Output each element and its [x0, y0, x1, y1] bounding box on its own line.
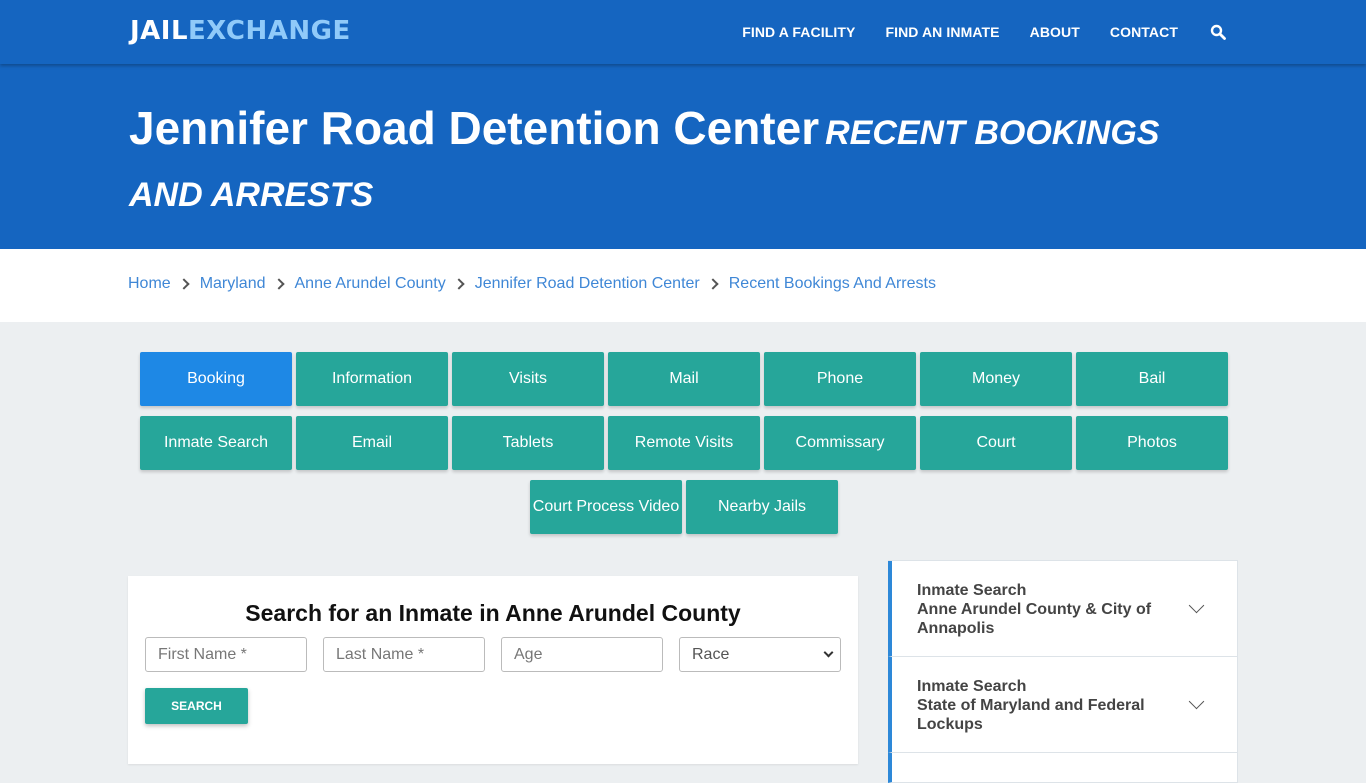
accordion-title-line2: Anne Arundel County & City of Annapolis [917, 601, 1152, 637]
tile-remote-visits[interactable]: Remote Visits [608, 416, 760, 470]
tile-phone[interactable]: Phone [764, 352, 916, 406]
facility-nav-buttons: Booking Information Visits Mail Phone Mo… [139, 352, 1229, 534]
page-header: Jennifer Road Detention Center Recent Boo… [0, 64, 1366, 249]
logo-text-exchange: EXCHANGE [188, 16, 351, 46]
search-button[interactable]: SEARCH [145, 688, 248, 724]
tile-court-process-video[interactable]: Court Process Video [530, 480, 682, 534]
chevron-down-icon[interactable] [1188, 693, 1205, 710]
breadcrumb: Home Maryland Anne Arundel County Jennif… [128, 275, 936, 293]
nav-find-inmate[interactable]: FIND AN INMATE [885, 24, 999, 40]
tile-photos[interactable]: Photos [1076, 416, 1228, 470]
accordion-title: Inmate Search State of Maryland and Fede… [917, 677, 1167, 734]
breadcrumb-facility[interactable]: Jennifer Road Detention Center [475, 275, 700, 293]
tile-email[interactable]: Email [296, 416, 448, 470]
chevron-right-icon [178, 278, 190, 290]
age-input[interactable]: Age [501, 637, 663, 672]
accordion-title-line1: Inmate Search [917, 582, 1027, 599]
tile-booking[interactable]: Booking [140, 352, 292, 406]
nav-find-facility[interactable]: FIND A FACILITY [742, 24, 855, 40]
breadcrumb-bar: Home Maryland Anne Arundel County Jennif… [0, 249, 1366, 322]
chevron-right-icon [707, 278, 719, 290]
tile-tablets[interactable]: Tablets [452, 416, 604, 470]
last-name-input[interactable]: Last Name * [323, 637, 485, 672]
chevron-down-icon[interactable] [1188, 597, 1205, 614]
breadcrumb-current[interactable]: Recent Bookings And Arrests [729, 275, 936, 293]
tile-bail[interactable]: Bail [1076, 352, 1228, 406]
page-title: Jennifer Road Detention Center Recent Boo… [129, 100, 1239, 224]
breadcrumb-county[interactable]: Anne Arundel County [295, 275, 446, 293]
accordion-county-search[interactable]: Inmate Search Anne Arundel County & City… [888, 561, 1238, 657]
accordion-title: Inmate Search Anne Arundel County & City… [917, 581, 1167, 638]
chevron-right-icon [272, 278, 285, 290]
nav-links: FIND A FACILITY FIND AN INMATE ABOUT CON… [712, 0, 1226, 64]
tile-information[interactable]: Information [296, 352, 448, 406]
tile-money[interactable]: Money [920, 352, 1072, 406]
accordion-next[interactable] [888, 753, 1238, 783]
tile-inmate-search[interactable]: Inmate Search [140, 416, 292, 470]
breadcrumb-state[interactable]: Maryland [200, 275, 266, 293]
nav-about[interactable]: ABOUT [1030, 24, 1080, 40]
top-navbar: JAILEXCHANGE FIND A FACILITY FIND AN INM… [0, 0, 1366, 64]
accordion-title-line1: Inmate Search [917, 678, 1027, 695]
sidebar-accordion: Inmate Search Anne Arundel County & City… [888, 560, 1238, 783]
chevron-right-icon [453, 278, 465, 290]
breadcrumb-home[interactable]: Home [128, 275, 171, 293]
search-icon[interactable] [1210, 24, 1226, 40]
first-name-input[interactable]: First Name * [145, 637, 307, 672]
chevron-down-icon [823, 647, 834, 658]
race-select-value: Race [692, 645, 730, 663]
race-select[interactable]: Race [679, 637, 841, 672]
accordion-title-line2: State of Maryland and Federal Lockups [917, 697, 1145, 733]
inmate-search-card: Search for an Inmate in Anne Arundel Cou… [128, 576, 858, 764]
tile-visits[interactable]: Visits [452, 352, 604, 406]
tile-commissary[interactable]: Commissary [764, 416, 916, 470]
logo-text-jail: JAIL [130, 16, 189, 46]
accordion-state-search[interactable]: Inmate Search State of Maryland and Fede… [888, 657, 1238, 753]
tile-court[interactable]: Court [920, 416, 1072, 470]
facility-name: Jennifer Road Detention Center [129, 102, 820, 154]
nav-contact[interactable]: CONTACT [1110, 24, 1178, 40]
site-logo[interactable]: JAILEXCHANGE [130, 16, 351, 46]
tile-mail[interactable]: Mail [608, 352, 760, 406]
search-title: Search for an Inmate in Anne Arundel Cou… [245, 600, 741, 626]
tile-nearby-jails[interactable]: Nearby Jails [686, 480, 838, 534]
